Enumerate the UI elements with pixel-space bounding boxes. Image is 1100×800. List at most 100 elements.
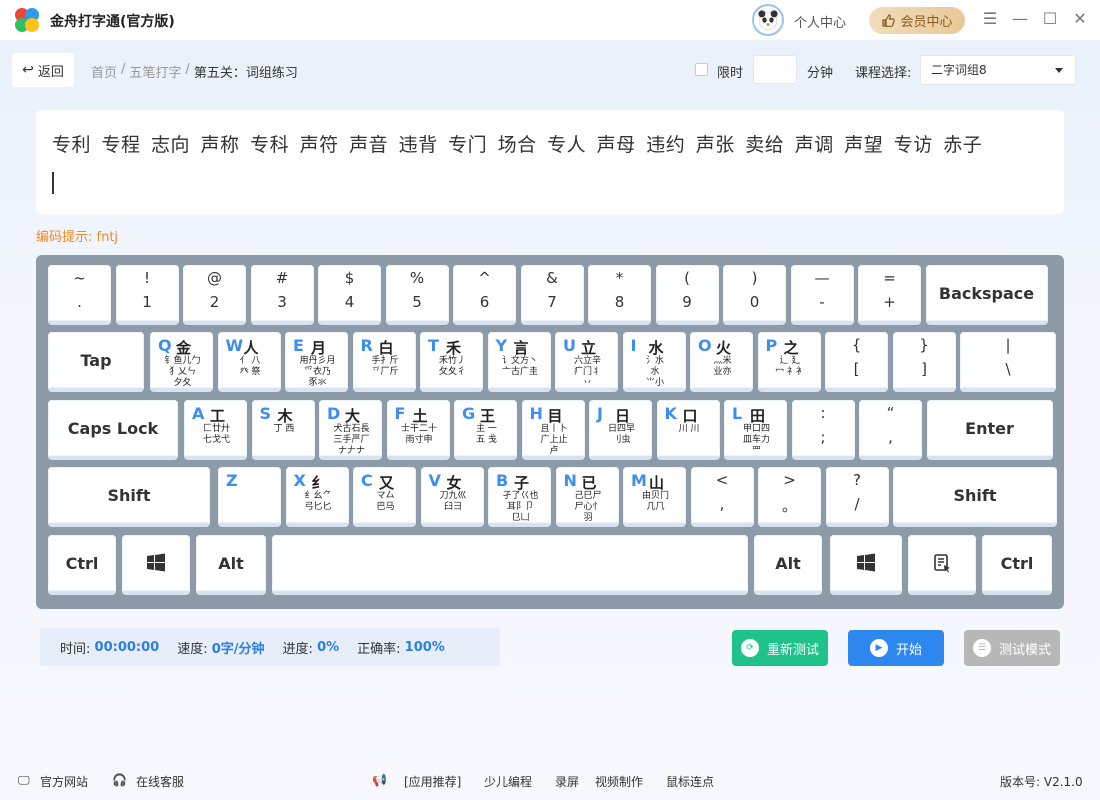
- key-menu[interactable]: [908, 535, 976, 595]
- promo-kids-coding[interactable]: 少儿编程: [484, 773, 532, 790]
- key-u[interactable]: U 立六立辛 疒门丬 丷: [555, 332, 618, 392]
- key-radicals: 孑了巜也 耳阝卩 㔾凵: [502, 491, 539, 523]
- key-symbol[interactable]: ? /: [825, 467, 889, 527]
- key-c[interactable]: C 又マ厶 巴马: [353, 467, 416, 527]
- start-button[interactable]: ▶ 开始: [848, 630, 944, 666]
- key-symbol[interactable]: | \: [960, 332, 1056, 392]
- minimize-icon[interactable]: —: [1010, 9, 1030, 29]
- retest-button[interactable]: ⟳ 重新测试: [732, 630, 828, 666]
- test-mode-button[interactable]: ☰ 测试模式: [964, 630, 1060, 666]
- limit-checkbox[interactable]: [695, 63, 708, 76]
- key-caps-lock[interactable]: Caps Lock: [48, 400, 178, 460]
- promo-screen-record[interactable]: 录屏: [555, 773, 579, 790]
- close-icon[interactable]: ✕: [1070, 9, 1090, 29]
- key-p[interactable]: P之辶 廴 冖 礻衤: [757, 332, 821, 392]
- minute-input[interactable]: [753, 55, 797, 84]
- maximize-icon[interactable]: ☐: [1040, 9, 1060, 29]
- key-radicals: 匚廿廾 七戈弋: [202, 424, 230, 445]
- back-label: 返回: [37, 64, 64, 80]
- key-letter: L: [732, 404, 743, 423]
- key-windows-left[interactable]: [122, 535, 190, 595]
- key-symbol[interactable]: ) 0: [723, 265, 786, 325]
- key-space[interactable]: [272, 535, 748, 595]
- key-r[interactable]: R 白手扌斤 乊厂斤: [352, 332, 416, 392]
- key-shift-left[interactable]: Shift: [48, 467, 210, 527]
- list-icon: ☰: [972, 639, 991, 657]
- key-symbol[interactable]: & 7: [520, 265, 584, 325]
- key-ctrl-left[interactable]: Ctrl: [48, 535, 116, 595]
- key-symbol[interactable]: @2: [183, 265, 246, 325]
- online-service-link[interactable]: 在线客服: [136, 773, 184, 790]
- menu-icon[interactable]: ☰: [980, 9, 1000, 29]
- key-symbol[interactable]: }]: [892, 332, 956, 392]
- key-n[interactable]: N 已己巳尸 尸心忄 羽: [555, 467, 619, 527]
- key-w[interactable]: W人亻 八 癶 祭: [217, 332, 281, 392]
- key-alt-right[interactable]: Alt: [754, 535, 822, 595]
- key-k[interactable]: K口川 川: [656, 400, 720, 460]
- key-bottom-symbol: 7: [547, 293, 557, 311]
- vip-center-button[interactable]: 会员中心: [869, 7, 965, 34]
- key-o[interactable]: O 火灬米 业亦: [690, 332, 753, 392]
- key-v[interactable]: V 女刀九巛 臼彐: [420, 467, 484, 527]
- practice-text-panel[interactable]: 专利 专程 志向 声称 专科 声符 声音 违背 专门 场合 专人 声母 违约 声张 卖给 声调 声望 专访 赤子: [36, 110, 1064, 214]
- key-d[interactable]: D 大犬古石長 三手严厂 ナ𠂇ナ: [319, 400, 382, 460]
- key-e[interactable]: E 月用丹彡月 爫衣乃 豕氺: [285, 332, 348, 392]
- key-letter: N: [563, 471, 577, 490]
- back-button[interactable]: ↩ 返回: [12, 53, 74, 87]
- breadcrumb-separator: /: [185, 62, 190, 77]
- key-symbol[interactable]: {[: [825, 332, 888, 392]
- key-symbol[interactable]: :;: [791, 400, 855, 460]
- course-select[interactable]: 二字词组8: [920, 55, 1076, 85]
- key-y[interactable]: Y 言讠文方丶 亠古广圭: [487, 332, 551, 392]
- key-alt-left[interactable]: Alt: [196, 535, 266, 595]
- key-t[interactable]: T 禾禾竹丿 攵夂彳: [420, 332, 483, 392]
- breadcrumb-home[interactable]: 首页: [91, 62, 117, 81]
- key-symbol[interactable]: #3: [250, 265, 314, 325]
- key-symbol[interactable]: = +: [858, 265, 921, 325]
- key-top-symbol: =: [883, 269, 896, 287]
- promo-auto-clicker[interactable]: 鼠标连点: [666, 773, 714, 790]
- key-symbol[interactable]: $4: [318, 265, 381, 325]
- retest-label: 重新测试: [766, 642, 819, 658]
- key-tab[interactable]: Tap: [48, 332, 144, 392]
- official-site-link[interactable]: 官方网站: [40, 773, 88, 790]
- key-symbol[interactable]: — -: [790, 265, 854, 325]
- accuracy-value: 100%: [404, 639, 445, 655]
- key-symbol[interactable]: ^ 6: [453, 265, 516, 325]
- key-top-symbol: !: [143, 269, 150, 287]
- user-center-link[interactable]: 个人中心: [794, 12, 846, 31]
- key-symbol[interactable]: (9: [655, 265, 719, 325]
- key-b[interactable]: B 子孑了巜也 耳阝卩 㔾凵: [488, 467, 551, 527]
- key-s[interactable]: S木丁 西: [251, 400, 315, 460]
- key-q[interactable]: Q 金钅鱼儿勹 犭乂ㄣ 夕夂: [150, 332, 213, 392]
- key-f[interactable]: F 土士干二十 雨寸申: [386, 400, 450, 460]
- key-backspace[interactable]: Backspace: [925, 265, 1048, 325]
- key-symbol[interactable]: “,: [859, 400, 922, 460]
- key-top-symbol: >: [783, 471, 796, 489]
- test-mode-label: 测试模式: [998, 642, 1051, 658]
- key-i[interactable]: I 水氵水 水 ⺌小: [622, 332, 686, 392]
- key-l[interactable]: L 田甲口四 皿车力 罒: [724, 400, 787, 460]
- key-z[interactable]: Z: [218, 467, 281, 527]
- key-enter[interactable]: Enter: [926, 400, 1053, 460]
- key-a[interactable]: A 工匚廿廾 七戈弋: [184, 400, 247, 460]
- key-windows-right[interactable]: [830, 535, 902, 595]
- key-x[interactable]: X 纟纟幺⺈ 弓匕匕: [285, 467, 349, 527]
- key-label: Ctrl: [1000, 553, 1034, 573]
- key-symbol[interactable]: * 8: [588, 265, 651, 325]
- key-h[interactable]: H 目且丨卜 广上止 卢: [521, 400, 585, 460]
- key-symbol[interactable]: >。: [758, 467, 821, 527]
- key-symbol[interactable]: % 5: [385, 265, 449, 325]
- breadcrumb-wubi[interactable]: 五笔打字: [129, 62, 181, 81]
- key-ctrl-right[interactable]: Ctrl: [982, 535, 1052, 595]
- promo-video-making[interactable]: 视频制作: [595, 773, 643, 790]
- key-m[interactable]: M 山由贝冂 几𠘨: [623, 467, 686, 527]
- key-shift-right[interactable]: Shift: [893, 467, 1057, 527]
- key-symbol[interactable]: ! 1: [115, 265, 179, 325]
- key-symbol[interactable]: ~.: [48, 265, 111, 325]
- key-g[interactable]: G王主 一 五 戋: [454, 400, 517, 460]
- avatar[interactable]: [752, 4, 784, 36]
- key-radicals: 禾竹丿 攵夂彳: [438, 356, 466, 377]
- key-j[interactable]: J 日日四早 刂虫: [589, 400, 652, 460]
- key-symbol[interactable]: <,: [690, 467, 754, 527]
